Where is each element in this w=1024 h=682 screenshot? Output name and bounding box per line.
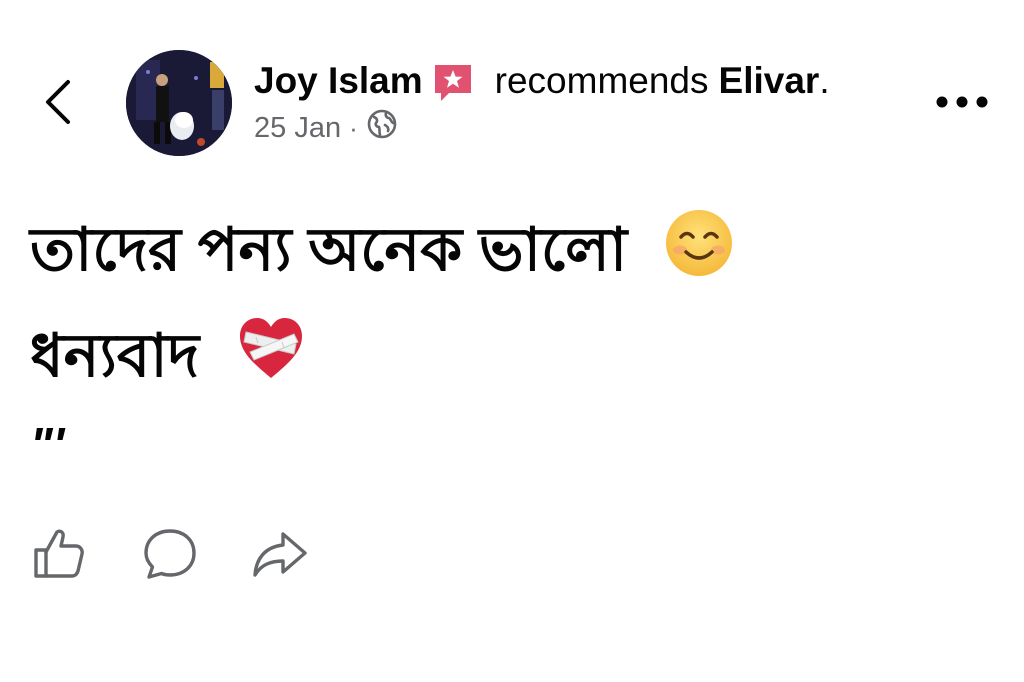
post-meta: 25 Jan ·: [254, 108, 398, 148]
comment-button[interactable]: [140, 524, 200, 584]
more-options-icon: [936, 96, 988, 108]
post-header: Joy Islam recommends Elivar.: [254, 56, 830, 106]
post-text-line-2: ধন্যবাদ: [30, 318, 306, 400]
post-date[interactable]: 25 Jan: [254, 112, 341, 145]
globe-icon[interactable]: [366, 108, 398, 148]
author-name[interactable]: Joy Islam: [254, 60, 423, 102]
avatar-image: [126, 50, 232, 156]
header-period: .: [819, 60, 830, 101]
chevron-left-icon: [46, 80, 70, 124]
author-avatar[interactable]: [126, 50, 232, 156]
meta-separator: ·: [349, 112, 358, 143]
comment-icon: [144, 529, 196, 579]
mending-heart-emoji-icon: [236, 314, 306, 394]
smiling-face-emoji-icon: [664, 208, 734, 288]
post-text-2: ধন্যবাদ: [30, 321, 200, 389]
page-name-link[interactable]: Elivar: [719, 60, 820, 102]
thumbs-up-icon: [34, 529, 84, 578]
post-text-line-1: তাদের পন্য অনেক ভালো: [30, 210, 734, 294]
like-button[interactable]: [30, 524, 90, 584]
recommend-star-icon: [431, 61, 475, 105]
post-text-line-3: "': [30, 419, 65, 472]
post-actions: [30, 524, 360, 584]
more-options-button[interactable]: [932, 82, 992, 122]
back-button[interactable]: [38, 72, 86, 132]
recommends-text: recommends: [494, 60, 709, 101]
post-text-1: তাদের পন্য অনেক ভালো: [30, 215, 628, 283]
share-button[interactable]: [250, 524, 310, 584]
share-icon: [253, 532, 307, 577]
